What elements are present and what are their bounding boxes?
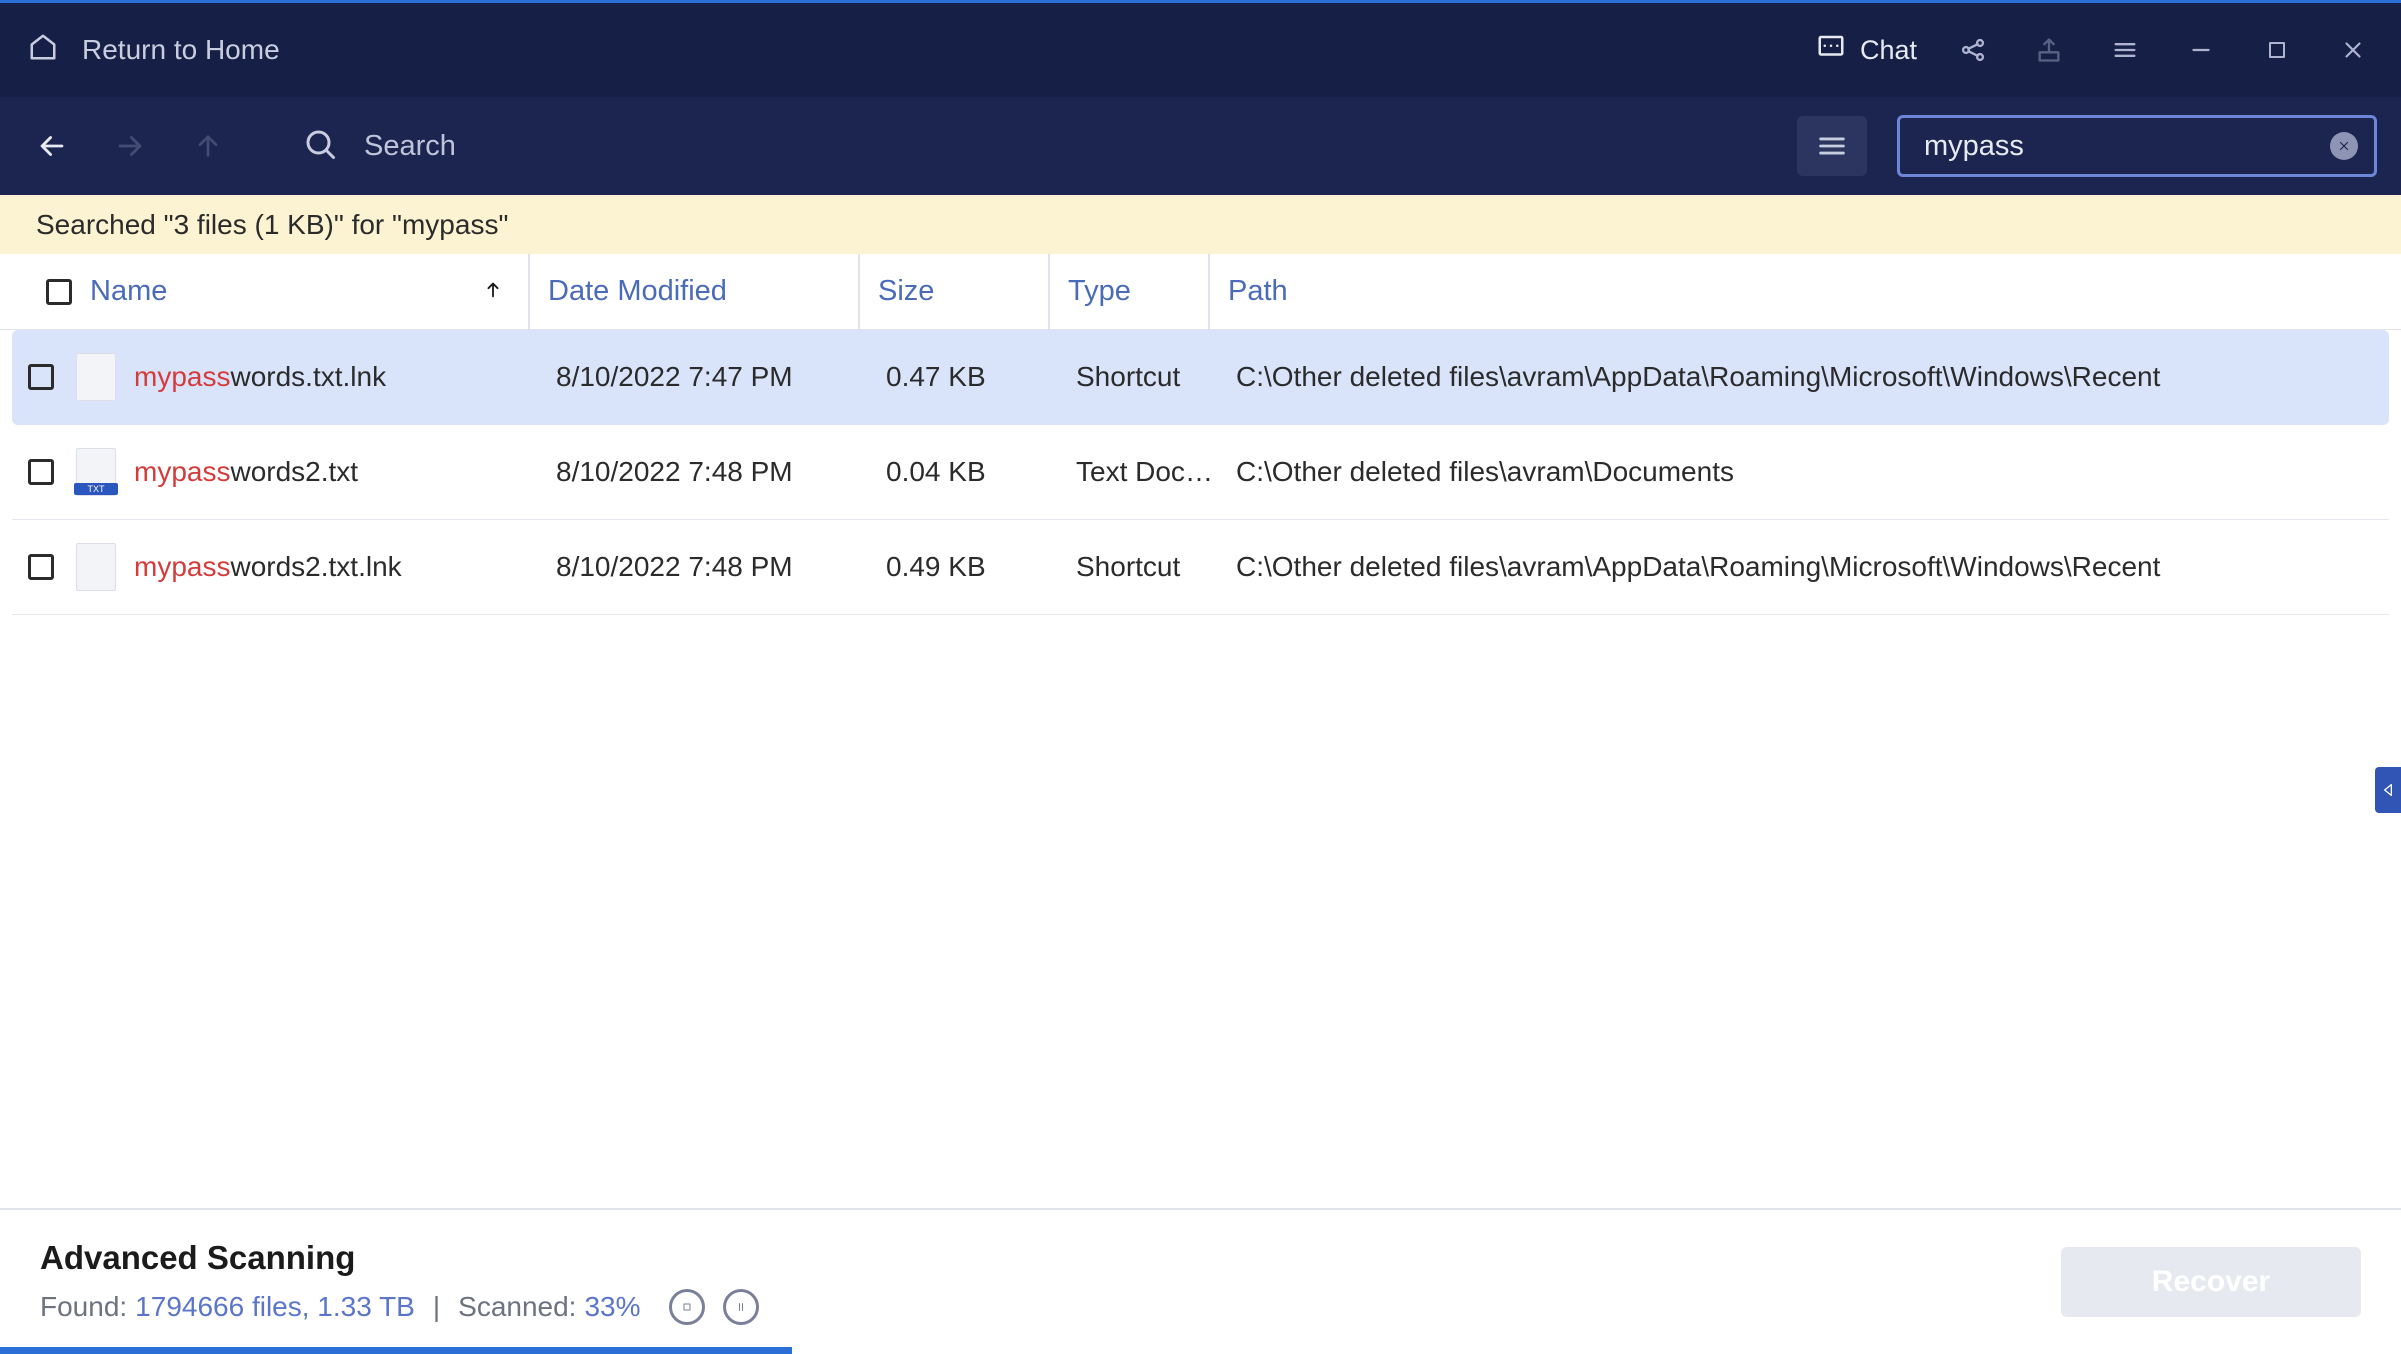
window-minimize-button[interactable] (2181, 30, 2221, 70)
search-area: Search (302, 126, 456, 167)
arrow-right-icon (113, 129, 147, 163)
search-match-highlight: mypass (134, 361, 230, 392)
scanned-label: Scanned: (458, 1291, 576, 1323)
column-header-name[interactable]: Name (28, 254, 528, 329)
table-row[interactable]: mypasswords2.txt.lnk8/10/2022 7:48 PM0.4… (12, 520, 2389, 615)
filename: mypasswords2.txt (134, 456, 538, 488)
export-button[interactable] (2029, 30, 2069, 70)
file-path: C:\Other deleted files\avram\AppData\Roa… (1218, 551, 2389, 583)
search-label: Search (364, 130, 456, 163)
stop-icon (681, 1301, 693, 1313)
recover-label: Recover (2152, 1265, 2270, 1299)
row-checkbox[interactable] (28, 459, 54, 485)
file-type: Shortcut (1058, 551, 1218, 583)
scan-stats: Found: 1794666 files, 1.33 TB | Scanned:… (40, 1289, 759, 1325)
recover-button[interactable]: Recover (2061, 1247, 2361, 1317)
arrow-left-icon (35, 129, 69, 163)
side-panel-toggle[interactable] (2375, 767, 2401, 813)
file-size: 0.49 KB (868, 551, 1058, 583)
return-home-button[interactable]: Return to Home (28, 32, 280, 69)
txt-file-icon (76, 448, 116, 496)
close-icon (2340, 37, 2366, 63)
home-icon (28, 32, 58, 69)
share-button[interactable] (1953, 30, 1993, 70)
file-size: 0.04 KB (868, 456, 1058, 488)
list-icon (1815, 129, 1849, 163)
file-path: C:\Other deleted files\avram\AppData\Roa… (1218, 361, 2389, 393)
pause-scan-button[interactable] (723, 1289, 759, 1325)
minimize-icon (2188, 37, 2214, 63)
table-row[interactable]: mypasswords.txt.lnk8/10/2022 7:47 PM0.47… (12, 330, 2389, 425)
scan-progress-bar (0, 1347, 792, 1354)
share-icon (1959, 36, 1987, 64)
select-all-checkbox[interactable] (46, 279, 72, 305)
stop-scan-button[interactable] (669, 1289, 705, 1325)
return-home-label: Return to Home (82, 34, 280, 66)
date-modified: 8/10/2022 7:47 PM (538, 361, 868, 393)
scanned-value: 33% (584, 1291, 640, 1323)
footer: Advanced Scanning Found: 1794666 files, … (0, 1208, 2401, 1354)
results-list: mypasswords.txt.lnk8/10/2022 7:47 PM0.47… (0, 330, 2401, 1208)
titlebar: Return to Home Chat (0, 3, 2401, 97)
column-header-date[interactable]: Date Modified (528, 254, 858, 329)
search-input[interactable] (1924, 130, 2318, 163)
filter-button[interactable] (1797, 116, 1867, 176)
date-modified: 8/10/2022 7:48 PM (538, 456, 868, 488)
chat-label: Chat (1860, 35, 1917, 66)
x-icon (2337, 139, 2351, 153)
chat-button[interactable]: Chat (1816, 32, 1917, 69)
column-header-type[interactable]: Type (1048, 254, 1208, 329)
search-match-highlight: mypass (134, 551, 230, 582)
hamburger-icon (2111, 36, 2139, 64)
file-type: Text Docu... (1058, 456, 1218, 488)
chat-icon (1816, 32, 1846, 69)
nav-forward-button[interactable] (106, 122, 154, 170)
nav-up-button[interactable] (184, 122, 232, 170)
file-icon (76, 543, 116, 591)
triangle-left-icon (2380, 782, 2396, 798)
file-size: 0.47 KB (868, 361, 1058, 393)
scan-title: Advanced Scanning (40, 1239, 759, 1277)
search-result-text: Searched "3 files (1 KB)" for "mypass" (36, 209, 508, 241)
file-path: C:\Other deleted files\avram\Documents (1218, 456, 2389, 488)
search-box[interactable] (1897, 115, 2377, 177)
found-value: 1794666 files, 1.33 TB (135, 1291, 415, 1323)
pause-icon (735, 1300, 747, 1314)
file-icon (76, 353, 116, 401)
clear-search-button[interactable] (2330, 132, 2358, 160)
window-maximize-button[interactable] (2257, 30, 2297, 70)
arrow-up-icon (192, 130, 224, 162)
menu-button[interactable] (2105, 30, 2145, 70)
column-name-label: Name (90, 275, 167, 308)
export-icon (2035, 36, 2063, 64)
table-header: Name Date Modified Size Type Path (0, 254, 2401, 330)
table-row[interactable]: mypasswords2.txt8/10/2022 7:48 PM0.04 KB… (12, 425, 2389, 520)
window-close-button[interactable] (2333, 30, 2373, 70)
search-match-highlight: mypass (134, 456, 230, 487)
filename: mypasswords.txt.lnk (134, 361, 538, 393)
date-modified: 8/10/2022 7:48 PM (538, 551, 868, 583)
filename: mypasswords2.txt.lnk (134, 551, 538, 583)
found-label: Found: (40, 1291, 127, 1323)
sort-asc-icon (482, 276, 504, 308)
toolbar: Search (0, 97, 2401, 195)
row-checkbox[interactable] (28, 364, 54, 390)
column-header-size[interactable]: Size (858, 254, 1048, 329)
stats-divider: | (433, 1291, 440, 1323)
file-type: Shortcut (1058, 361, 1218, 393)
search-result-info: Searched "3 files (1 KB)" for "mypass" (0, 195, 2401, 254)
nav-back-button[interactable] (28, 122, 76, 170)
search-icon (302, 126, 338, 167)
maximize-icon (2265, 38, 2289, 62)
row-checkbox[interactable] (28, 554, 54, 580)
column-header-path[interactable]: Path (1208, 254, 2401, 329)
